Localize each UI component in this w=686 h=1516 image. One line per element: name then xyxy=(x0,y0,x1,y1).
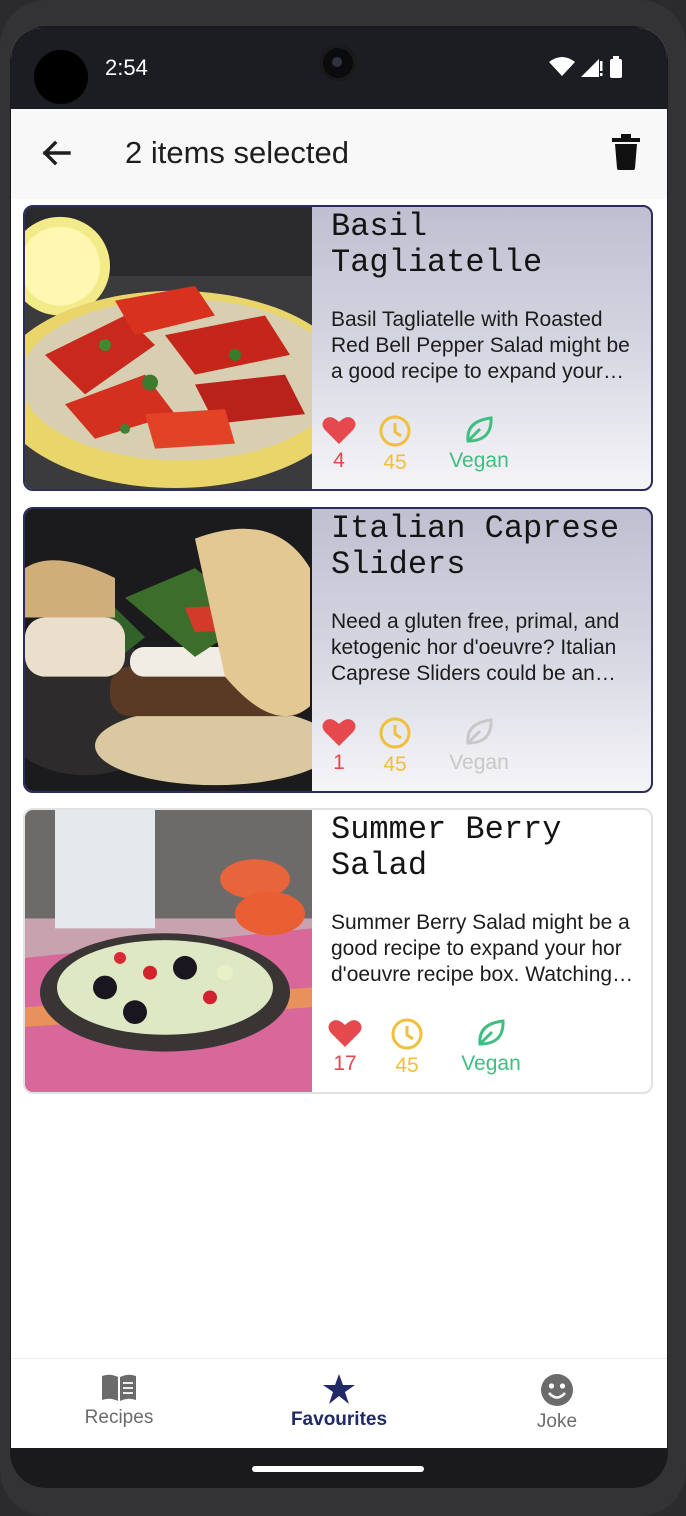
page-title: 2 items selected xyxy=(125,135,349,170)
recipe-card[interactable]: Summer Berry Salad Summer Berry Salad mi… xyxy=(23,808,653,1094)
status-bar: 2:54 xyxy=(11,28,667,109)
recipe-image xyxy=(25,207,312,489)
vegan-stat: Vegan xyxy=(453,1018,529,1076)
home-indicator[interactable] xyxy=(252,1466,424,1472)
likes-count: 17 xyxy=(333,1052,357,1075)
leaf-icon xyxy=(466,718,493,745)
signal-icon xyxy=(581,59,603,77)
time-count: 45 xyxy=(395,1054,419,1077)
system-icons xyxy=(549,56,623,78)
heart-icon xyxy=(328,1020,362,1047)
nav-recipes-label: Recipes xyxy=(84,1407,154,1428)
smiley-icon xyxy=(541,1374,573,1406)
bottom-navigation: Recipes Favourites Joke xyxy=(11,1358,667,1448)
phone-screen: 2:54 2 items selected Basil Tagliatelle … xyxy=(11,28,667,1448)
battery-icon xyxy=(610,56,622,78)
selection-app-bar: 2 items selected xyxy=(11,109,667,199)
recipe-card[interactable]: Basil Tagliatelle Basil Tagliatelle with… xyxy=(23,205,653,491)
nav-joke[interactable]: Joke xyxy=(477,1373,637,1433)
vegan-label: Vegan xyxy=(449,751,509,774)
recipe-description: Need a gluten free, primal, and ketogeni… xyxy=(331,610,620,685)
recipe-description: Summer Berry Salad might be a good recip… xyxy=(331,911,630,986)
recipe-title: Italian Caprese Sliders xyxy=(331,510,620,583)
nav-favourites-label: Favourites xyxy=(290,1409,388,1430)
wifi-icon xyxy=(549,57,575,76)
vegan-stat: Vegan xyxy=(441,717,517,775)
back-arrow-icon[interactable] xyxy=(39,136,73,170)
leaf-icon xyxy=(466,416,493,443)
heart-icon xyxy=(322,417,356,444)
nav-recipes[interactable]: Recipes xyxy=(39,1373,199,1429)
recipe-image xyxy=(25,509,312,791)
likes-count: 4 xyxy=(333,449,345,472)
delete-icon[interactable] xyxy=(611,134,641,170)
heart-icon xyxy=(322,719,356,746)
nav-joke-label: Joke xyxy=(536,1411,578,1432)
time-stat: 45 xyxy=(377,717,413,777)
clock-icon xyxy=(391,1018,423,1050)
likes-stat: 1 xyxy=(321,717,357,775)
camera-icon xyxy=(320,45,356,81)
time-count: 45 xyxy=(383,753,407,776)
recipe-title: Summer Berry Salad xyxy=(331,811,562,884)
recipe-description: Basil Tagliatelle with Roasted Red Bell … xyxy=(331,308,630,383)
vegan-stat: Vegan xyxy=(441,415,517,473)
likes-stat: 17 xyxy=(325,1018,365,1076)
clock-icon xyxy=(379,415,411,447)
recipe-card[interactable]: Italian Caprese Sliders Need a gluten fr… xyxy=(23,507,653,793)
time-stat: 45 xyxy=(377,415,413,475)
clock-icon xyxy=(379,717,411,749)
book-icon xyxy=(102,1374,136,1401)
vegan-label: Vegan xyxy=(449,449,509,472)
vegan-label: Vegan xyxy=(461,1052,521,1075)
likes-stat: 4 xyxy=(321,415,357,473)
recipe-image xyxy=(25,810,312,1092)
nav-favourites[interactable]: Favourites xyxy=(259,1373,419,1431)
time-stat: 45 xyxy=(389,1018,425,1078)
leaf-icon xyxy=(478,1019,505,1046)
front-sensor xyxy=(34,50,88,104)
recipe-title: Basil Tagliatelle xyxy=(331,208,543,281)
likes-count: 1 xyxy=(333,751,345,774)
status-time: 2:54 xyxy=(105,55,148,80)
time-count: 45 xyxy=(383,451,407,474)
star-icon xyxy=(323,1374,355,1404)
